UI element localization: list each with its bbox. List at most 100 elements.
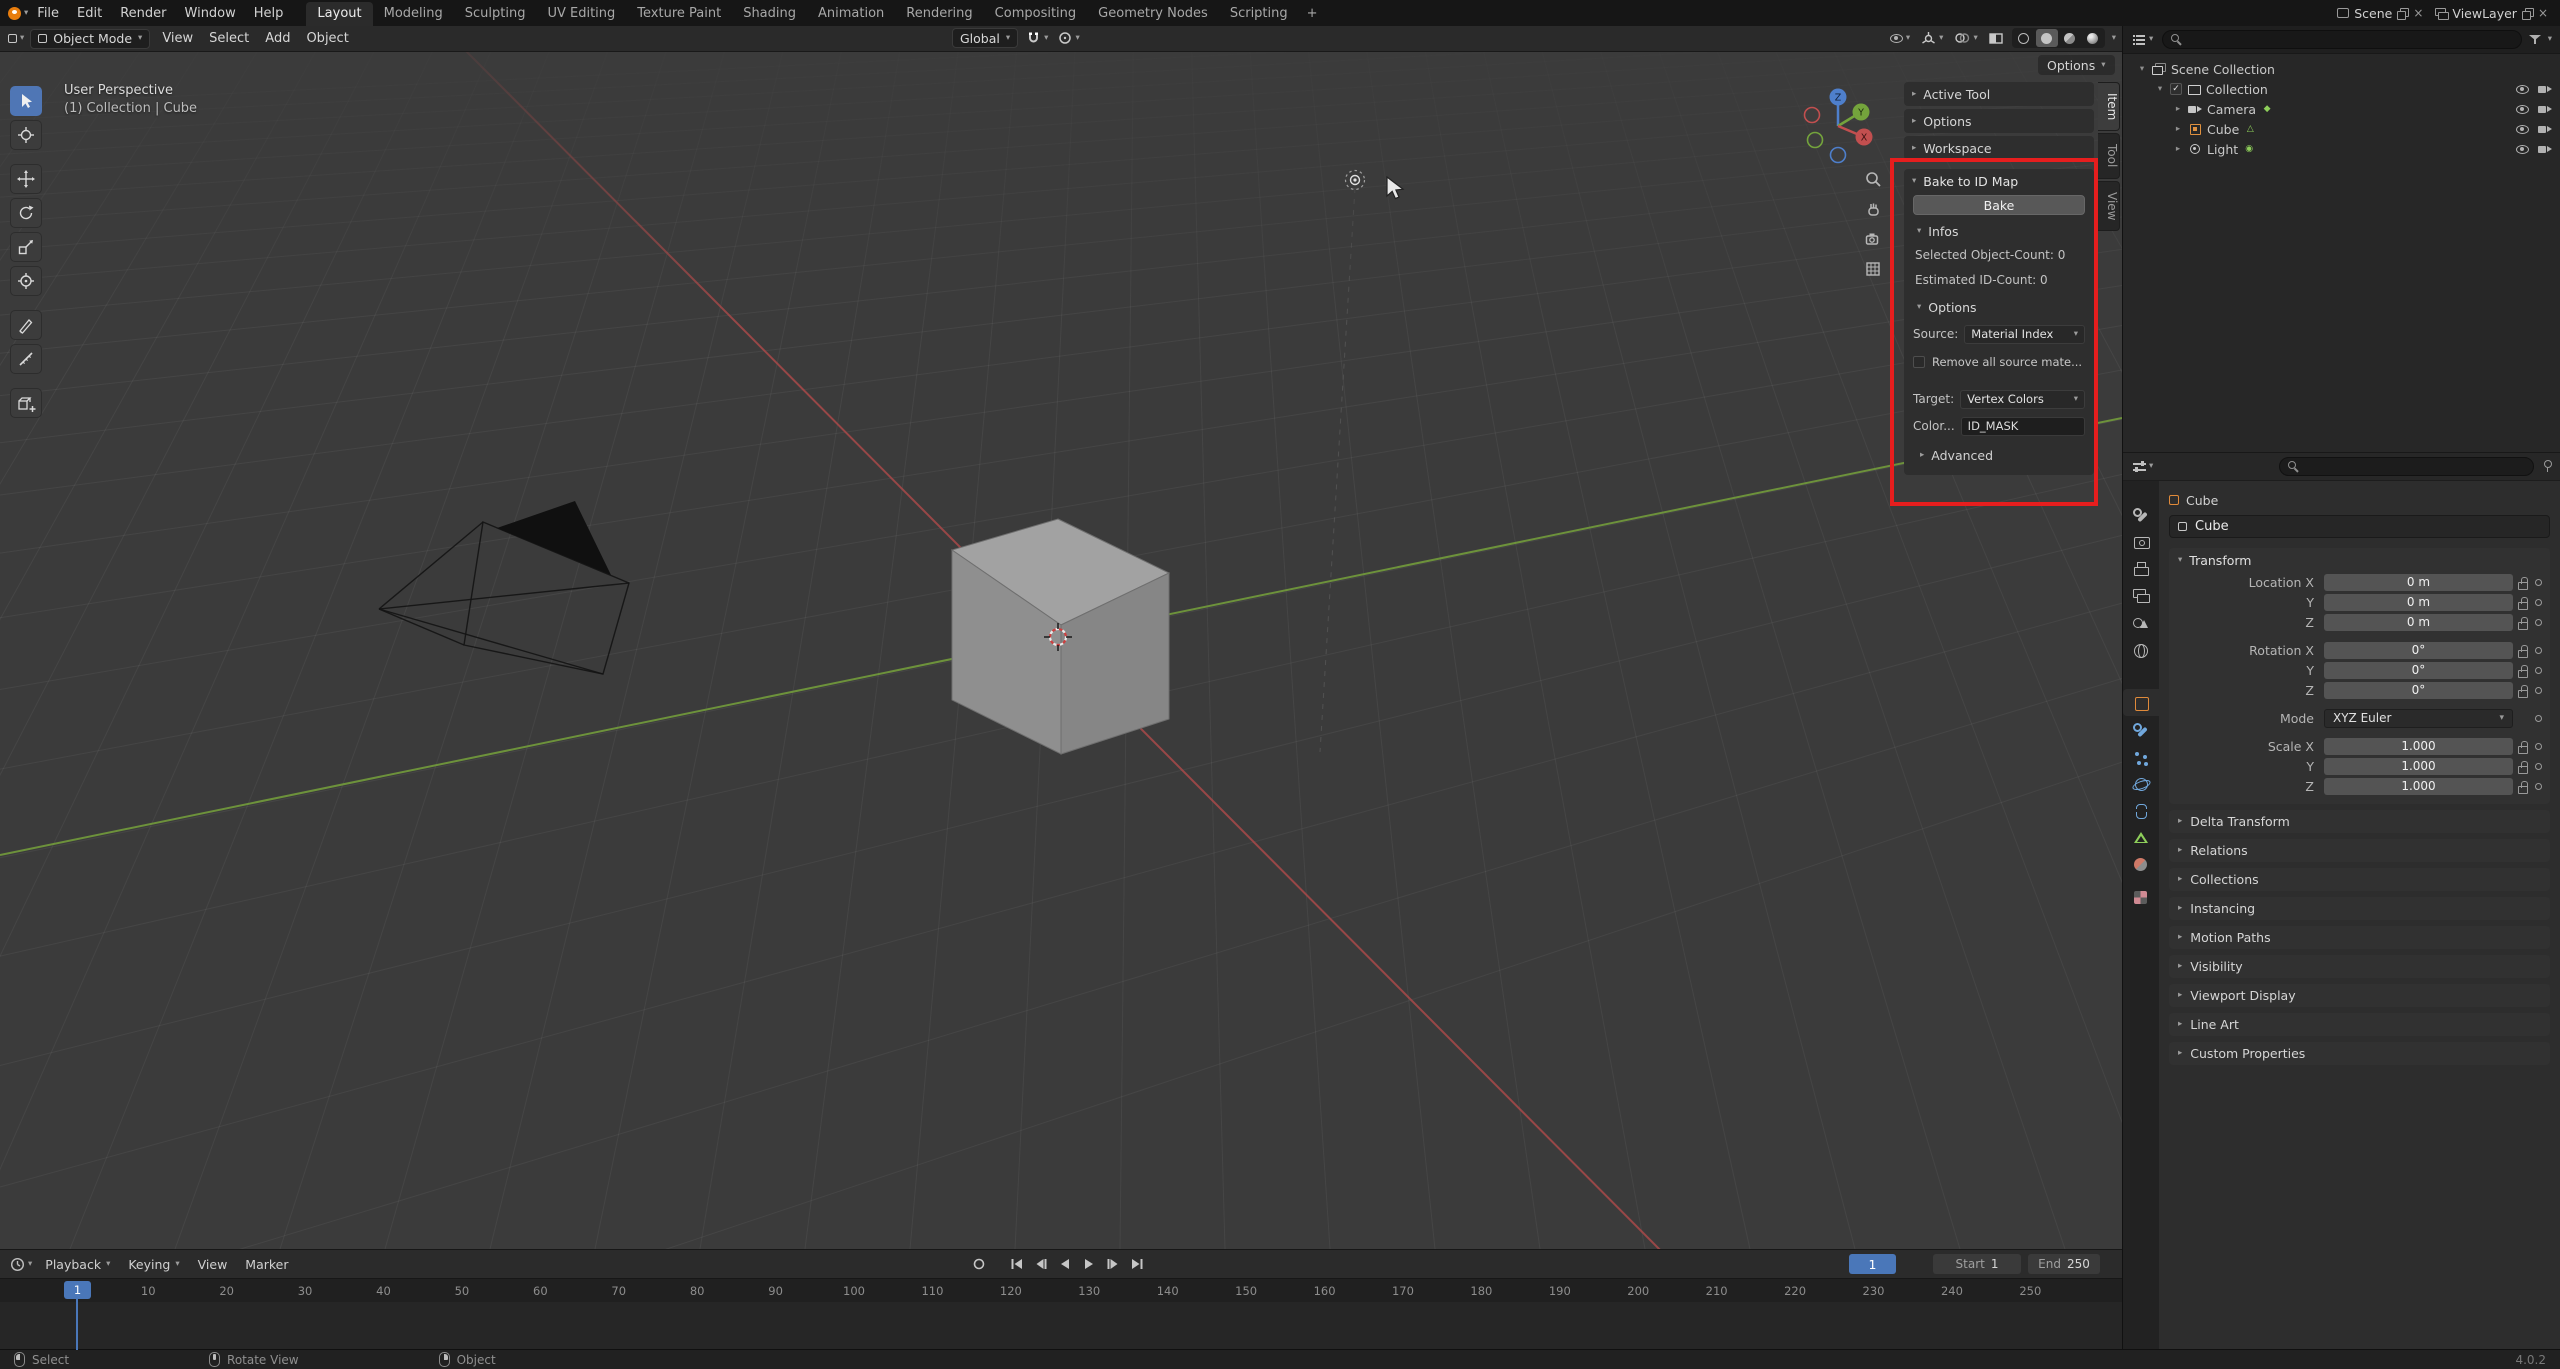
auto-keying-toggle[interactable]	[968, 1254, 989, 1274]
disable-in-render-icon[interactable]	[2538, 84, 2552, 94]
color-attribute-field[interactable]: ID_MASK	[1960, 416, 2085, 436]
hide-in-viewport-icon[interactable]	[2516, 84, 2529, 94]
workspace-tab[interactable]: Texture Paint	[626, 2, 732, 26]
show-gizmo-toggle[interactable]	[1919, 28, 1945, 48]
viewport-menu-item[interactable]: Object	[298, 31, 356, 46]
lock-icon[interactable]	[2513, 644, 2531, 658]
hide-in-viewport-icon[interactable]	[2516, 124, 2529, 134]
blender-logo-icon[interactable]	[8, 6, 21, 20]
gizmo-minus-z-axis[interactable]	[1829, 146, 1847, 164]
properties-tab[interactable]	[2123, 851, 2159, 878]
3d-viewport[interactable]: User Perspective (1) Collection | Cube O…	[0, 52, 2122, 1249]
outliner-item-label[interactable]: Scene Collection	[2171, 62, 2275, 77]
topbar-menu-item[interactable]: Edit	[68, 6, 111, 21]
previous-keyframe-button[interactable]	[1030, 1254, 1051, 1274]
viewport-menu-item[interactable]: View	[154, 31, 201, 46]
move-tool[interactable]	[10, 164, 42, 194]
pan-button[interactable]	[1862, 198, 1884, 220]
shading-solid-button[interactable]	[2035, 29, 2058, 47]
orientation-dropdown[interactable]: Global	[952, 28, 1019, 48]
properties-tab[interactable]	[2123, 884, 2159, 911]
animate-dot-icon[interactable]	[2531, 783, 2545, 790]
lock-icon[interactable]	[2513, 780, 2531, 794]
workspace-tab[interactable]: Sculpting	[454, 2, 537, 26]
properties-tab[interactable]	[2123, 555, 2159, 582]
lock-icon[interactable]	[2513, 664, 2531, 678]
frame-start-field[interactable]: Start 1	[1933, 1254, 2021, 1274]
shading-rendered-button[interactable]	[2082, 29, 2104, 47]
disclosure-triangle-icon[interactable]: ▸	[2173, 124, 2183, 134]
outliner-item-label[interactable]: Cube	[2207, 122, 2239, 137]
viewport-menu-item[interactable]: Select	[201, 31, 257, 46]
lock-icon[interactable]	[2513, 760, 2531, 774]
remove-source-checkbox[interactable]	[1913, 356, 1925, 368]
timeline-editor-selector[interactable]	[8, 1254, 34, 1274]
object-name-value[interactable]: Cube	[2195, 519, 2229, 534]
new-viewlayer-icon[interactable]	[2521, 7, 2534, 20]
lock-icon[interactable]	[2513, 740, 2531, 754]
workspace-tab[interactable]: Geometry Nodes	[1087, 2, 1219, 26]
transform-value-field[interactable]: 0 m	[2324, 613, 2513, 631]
properties-editor-selector[interactable]	[2131, 457, 2155, 477]
properties-search-input[interactable]	[2279, 457, 2534, 476]
transform-value-field[interactable]: 0 m	[2324, 573, 2513, 591]
disclosure-triangle-icon[interactable]: ▾	[2137, 64, 2147, 74]
properties-tab[interactable]	[2123, 609, 2159, 636]
workspace-tab[interactable]: Rendering	[895, 2, 983, 26]
infos-subpanel-header[interactable]: Infos	[1904, 221, 2094, 241]
navigation-gizmo[interactable]: Z Y X	[1788, 76, 1888, 176]
xray-toggle[interactable]	[1987, 28, 2005, 48]
new-scene-icon[interactable]	[2397, 7, 2410, 20]
sidebar-section-header[interactable]: Workspace	[1904, 136, 2094, 160]
scale-tool[interactable]	[10, 232, 42, 262]
playhead-frame-badge[interactable]: 1	[64, 1281, 91, 1299]
outliner-item-label[interactable]: Collection	[2206, 82, 2268, 97]
camera-object[interactable]	[378, 501, 630, 675]
collapsed-panel-header[interactable]: Relations	[2169, 839, 2550, 862]
timeline-track-area[interactable]	[0, 1302, 2122, 1350]
select-box-tool[interactable]	[10, 86, 42, 116]
jump-to-end-button[interactable]	[1126, 1254, 1147, 1274]
filter-icon[interactable]	[2528, 34, 2541, 45]
sidebar-section-header[interactable]: Options	[1904, 109, 2094, 133]
transform-value-field[interactable]: XYZ Euler	[2324, 708, 2513, 728]
timeline-menu-item[interactable]: Playback	[36, 1257, 119, 1272]
properties-tab[interactable]	[2123, 636, 2159, 663]
properties-tab[interactable]	[2123, 770, 2159, 797]
collapsed-panel-header[interactable]: Custom Properties	[2169, 1042, 2550, 1065]
timeline-menu-item[interactable]: Marker	[236, 1257, 297, 1272]
advanced-subpanel-header[interactable]: Advanced	[1913, 448, 2085, 463]
transform-tool[interactable]	[10, 266, 42, 296]
timeline-menu-item[interactable]: View	[189, 1257, 237, 1272]
animate-dot-icon[interactable]	[2531, 647, 2545, 654]
collection-checkbox[interactable]	[2170, 83, 2182, 95]
proportional-editing-toggle[interactable]	[1056, 28, 1081, 48]
collapsed-panel-header[interactable]: Collections	[2169, 868, 2550, 891]
light-object[interactable]	[1344, 169, 1366, 191]
scene-selector-value[interactable]: Scene	[2354, 6, 2392, 21]
pin-icon[interactable]	[2542, 460, 2552, 473]
playhead-line[interactable]	[76, 1299, 78, 1350]
source-dropdown[interactable]: Material Index	[1964, 324, 2085, 344]
topbar-menu-item[interactable]: File	[28, 6, 68, 21]
collapsed-panel-header[interactable]: Motion Paths	[2169, 926, 2550, 949]
lock-icon[interactable]	[2513, 576, 2531, 590]
disable-in-render-icon[interactable]	[2538, 104, 2552, 114]
properties-tab[interactable]	[2123, 716, 2159, 743]
transform-value-field[interactable]: 0 m	[2324, 593, 2513, 611]
collapsed-panel-header[interactable]: Delta Transform	[2169, 810, 2550, 833]
transform-value-field[interactable]: 1.000	[2324, 757, 2513, 775]
properties-tab[interactable]	[2123, 743, 2159, 770]
target-dropdown[interactable]: Vertex Colors	[1960, 389, 2085, 409]
outliner-row[interactable]: ▸ Camera	[2123, 99, 2560, 119]
tool-options-dropdown[interactable]: Options	[2038, 55, 2115, 75]
animate-dot-icon[interactable]	[2531, 743, 2545, 750]
jump-to-start-button[interactable]	[1006, 1254, 1027, 1274]
outliner-item-label[interactable]: Light	[2207, 142, 2238, 157]
disclosure-triangle-icon[interactable]: ▾	[2155, 84, 2165, 94]
sidebar-section-header[interactable]: Active Tool	[1904, 82, 2094, 106]
properties-tab[interactable]	[2123, 689, 2159, 716]
object-name-field[interactable]: Cube	[2169, 515, 2550, 538]
unlink-scene-icon[interactable]	[2413, 7, 2423, 19]
outliner-editor-selector[interactable]	[2131, 30, 2155, 50]
